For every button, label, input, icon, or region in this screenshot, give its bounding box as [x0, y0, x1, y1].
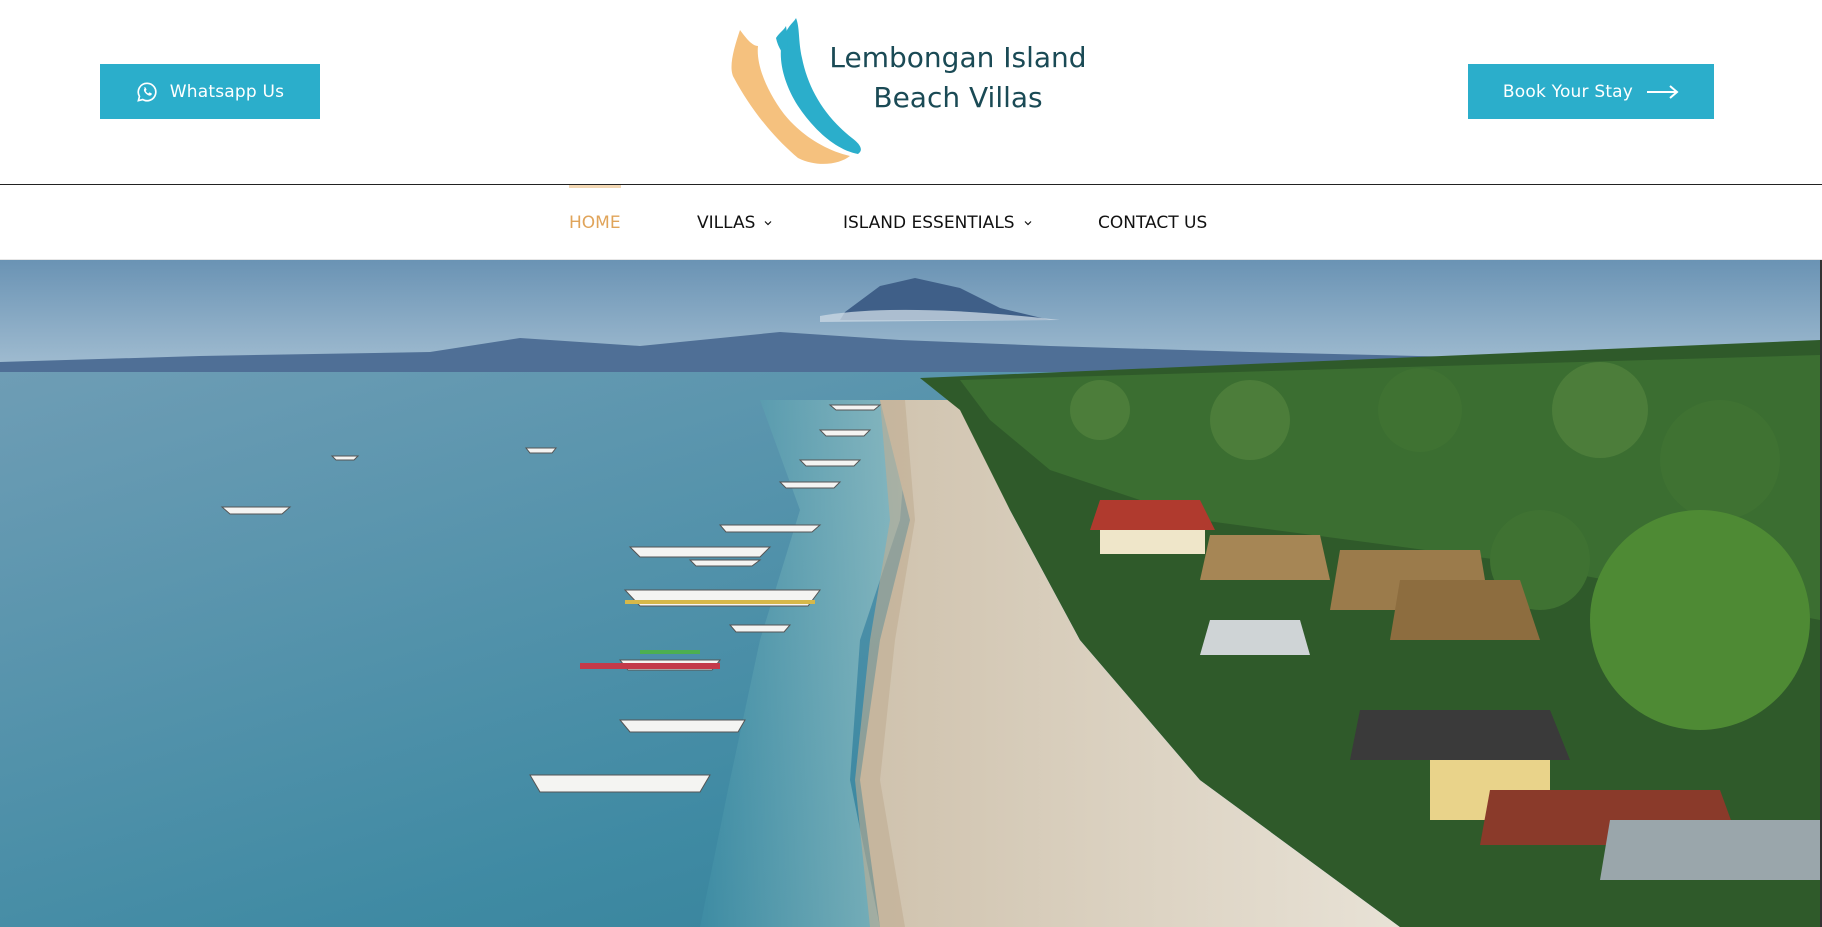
whatsapp-label: Whatsapp Us — [169, 81, 285, 102]
chevron-down-icon — [1024, 220, 1032, 225]
nav-label: VILLAS — [697, 212, 756, 233]
nav-item-home[interactable]: HOME — [569, 185, 621, 260]
book-your-stay-button[interactable]: Book Your Stay — [1468, 64, 1714, 119]
nav-label: HOME — [569, 212, 621, 233]
hero-beach-illustration — [0, 260, 1820, 927]
nav-item-contact-us[interactable]: CONTACT US — [1098, 185, 1207, 260]
nav-label: CONTACT US — [1098, 212, 1208, 233]
book-label: Book Your Stay — [1502, 81, 1634, 102]
whatsapp-icon — [136, 81, 158, 103]
chevron-down-icon — [764, 220, 772, 225]
site-header: Whatsapp Us Lembongan Island Beach Villa… — [0, 0, 1822, 184]
site-logo[interactable]: Lembongan Island Beach Villas — [728, 18, 1088, 164]
arrow-right-icon — [1647, 84, 1679, 99]
whatsapp-button[interactable]: Whatsapp Us — [100, 64, 320, 119]
logo-line1: Lembongan Island — [829, 41, 1087, 74]
logo-text: Lembongan Island Beach Villas — [828, 38, 1088, 118]
logo-line2: Beach Villas — [873, 81, 1043, 114]
hero-image — [0, 260, 1820, 927]
nav-label: ISLAND ESSENTIALS — [843, 212, 1015, 233]
nav-item-villas[interactable]: VILLAS — [697, 185, 773, 260]
nav-item-island-essentials[interactable]: ISLAND ESSENTIALS — [843, 185, 1033, 260]
main-navigation: HOME VILLAS ISLAND ESSENTIALS CONTACT US — [0, 184, 1822, 260]
